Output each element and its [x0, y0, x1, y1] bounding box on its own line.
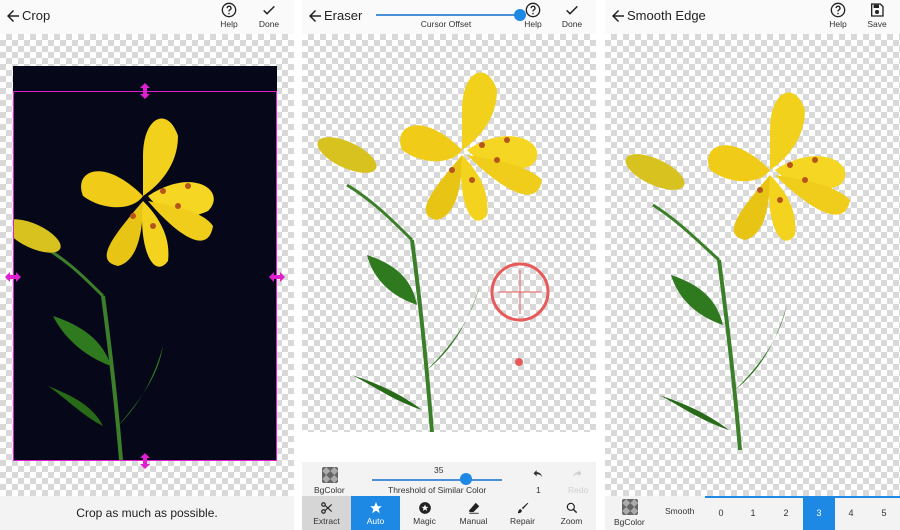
zoom-icon	[566, 502, 577, 513]
threshold-knob[interactable]	[460, 473, 472, 485]
done-label: Done	[258, 19, 280, 29]
smooth-level-2[interactable]: 2	[770, 496, 802, 530]
tool-bar: Extract Auto Magic Manual Repair Zoom	[302, 496, 596, 530]
bgcolor-label: BgColor	[614, 517, 645, 527]
crop-handle-left-icon[interactable]	[5, 269, 21, 285]
help-icon	[830, 2, 846, 18]
tool-label: Manual	[459, 515, 488, 526]
lily-cutout	[317, 72, 542, 432]
threshold-value: 35	[434, 465, 444, 475]
eraser-header: Eraser Cursor Offset Help Done	[302, 0, 596, 34]
threshold-bar: BgColor 35 Threshold of Similar Color 1 …	[302, 462, 596, 496]
threshold-label: Threshold of Similar Color	[388, 485, 487, 495]
canvas-gap	[302, 432, 596, 462]
help-icon	[221, 2, 237, 18]
help-button[interactable]: Help	[212, 2, 246, 32]
tool-manual[interactable]: Manual	[449, 496, 498, 530]
tool-repair[interactable]: Repair	[498, 496, 547, 530]
crop-frame[interactable]	[13, 91, 277, 461]
done-button[interactable]: Done	[555, 2, 589, 32]
cursor-point-icon	[515, 358, 523, 366]
help-label: Help	[220, 19, 238, 29]
eraser-screen: Eraser Cursor Offset Help Done BgColor 3…	[302, 0, 596, 530]
help-button[interactable]: Help	[516, 2, 550, 32]
save-icon	[871, 3, 884, 17]
page-title: Eraser	[324, 8, 363, 23]
undo-count: 1	[536, 485, 541, 495]
crop-handle-bottom-icon[interactable]	[137, 453, 153, 469]
star-icon	[369, 501, 382, 513]
brush-icon	[517, 502, 528, 513]
page-title: Crop	[22, 8, 51, 23]
tool-label: Auto	[366, 515, 385, 526]
tool-label: Magic	[413, 515, 436, 526]
scissors-icon	[320, 501, 332, 514]
crop-handle-top-icon[interactable]	[137, 83, 153, 99]
smooth-header: Smooth Edge Help Save	[605, 0, 900, 34]
check-icon	[263, 5, 275, 15]
back-arrow-icon[interactable]	[4, 7, 22, 25]
cursor-offset-track	[376, 14, 516, 16]
smooth-label: Smooth	[665, 506, 695, 516]
save-button[interactable]: Save	[860, 2, 894, 32]
save-label: Save	[867, 19, 887, 29]
back-arrow-icon[interactable]	[609, 7, 627, 25]
help-label: Help	[524, 19, 542, 29]
redo-icon[interactable]	[569, 467, 584, 482]
smooth-level-1[interactable]: 1	[737, 496, 769, 530]
smooth-level-4[interactable]: 4	[835, 496, 867, 530]
undo-icon[interactable]	[531, 467, 546, 482]
help-label: Help	[829, 19, 847, 29]
magic-star-icon	[418, 501, 431, 514]
crop-handle-right-icon[interactable]	[269, 269, 285, 285]
smooth-level-5[interactable]: 5	[868, 496, 900, 530]
help-icon	[525, 2, 541, 18]
crop-screen: Crop Help Done Crop as much as possible.	[0, 0, 294, 530]
done-label: Done	[561, 19, 583, 29]
done-button[interactable]: Done	[252, 2, 286, 32]
smooth-level-0[interactable]: 0	[705, 496, 737, 530]
bgcolor-label: BgColor	[314, 485, 345, 495]
threshold-track[interactable]	[372, 479, 502, 481]
eraser-icon	[468, 502, 479, 514]
bgcolor-icon[interactable]	[322, 467, 338, 483]
help-button[interactable]: Help	[821, 2, 855, 32]
bgcolor-icon[interactable]	[622, 499, 638, 515]
tool-zoom[interactable]: Zoom	[547, 496, 596, 530]
smooth-level-3[interactable]: 3	[803, 496, 835, 530]
redo-label: Redo	[568, 485, 589, 495]
tool-label: Zoom	[560, 515, 583, 526]
check-icon	[566, 5, 578, 15]
page-title: Smooth Edge	[627, 8, 706, 23]
smooth-bar: BgColor Smooth 0 1 2 3 4 5	[605, 496, 900, 530]
smooth-edge-screen: Smooth Edge Help Save BgColor Smooth 0 1…	[605, 0, 900, 530]
tool-extract[interactable]: Extract	[302, 496, 351, 530]
eraser-cursor-icon[interactable]	[488, 262, 552, 326]
tool-label: Extract	[313, 515, 340, 526]
tool-label: Repair	[509, 515, 536, 526]
cursor-offset-label: Cursor Offset	[420, 19, 472, 29]
tool-auto[interactable]: Auto	[351, 496, 400, 530]
cursor-offset-slider[interactable]: Cursor Offset	[376, 6, 526, 29]
back-arrow-icon[interactable]	[306, 7, 324, 25]
lily-cutout	[625, 92, 850, 450]
tool-magic[interactable]: Magic	[400, 496, 449, 530]
crop-header: Crop Help Done	[0, 0, 294, 34]
crop-instruction: Crop as much as possible.	[0, 496, 294, 530]
